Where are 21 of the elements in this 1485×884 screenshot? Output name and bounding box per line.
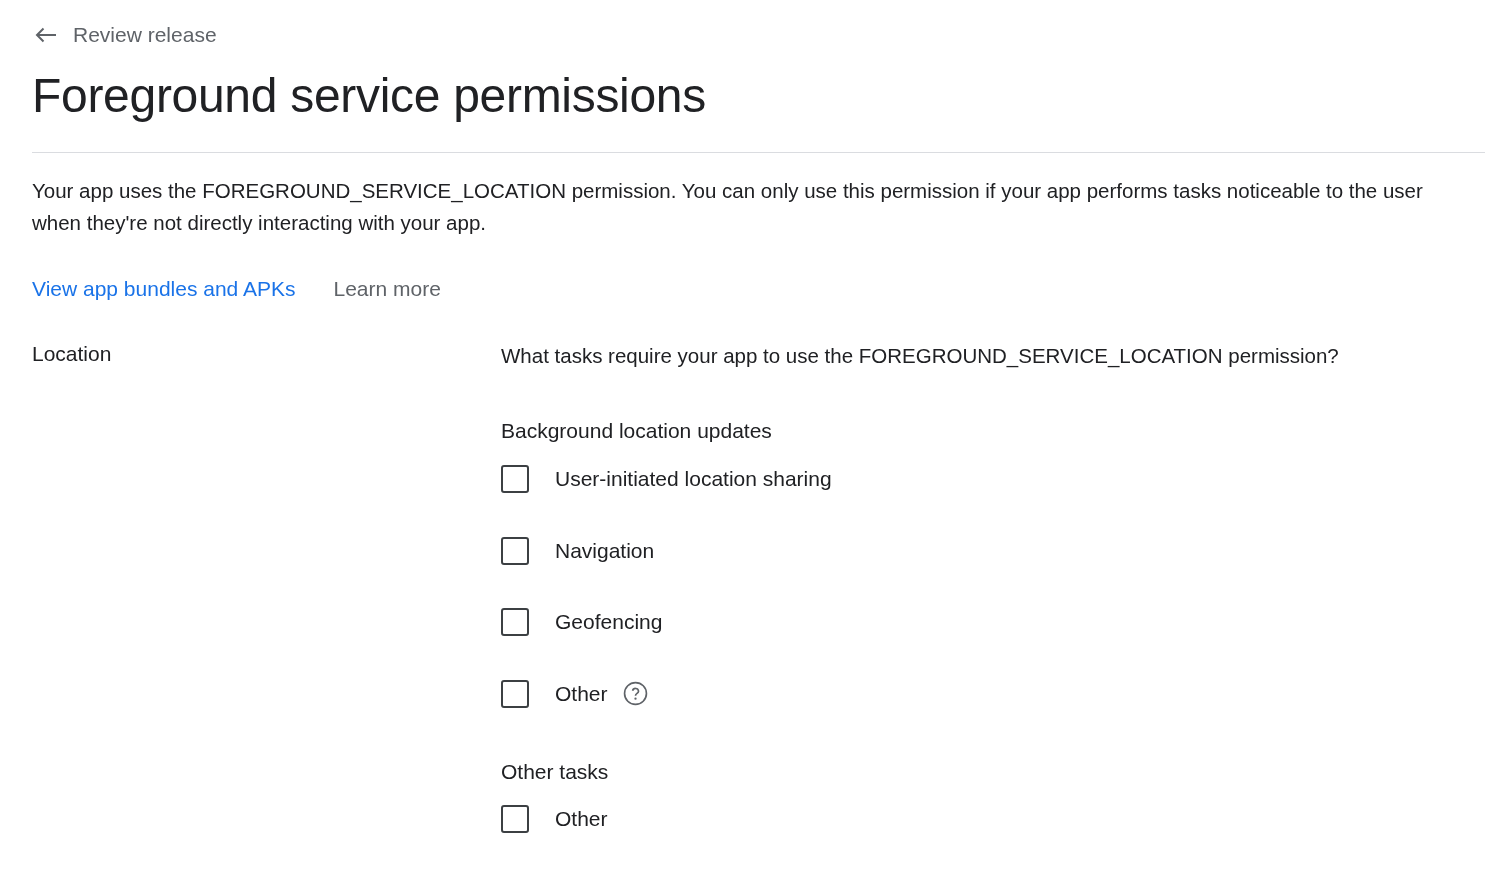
link[interactable]: View app bundles and APKs <box>32 273 296 305</box>
link[interactable]: Learn more <box>333 273 441 305</box>
checkbox[interactable] <box>501 679 529 708</box>
checkbox[interactable] <box>501 608 529 636</box>
page-title: Foreground service permissions <box>32 68 707 124</box>
help-icon[interactable] <box>622 681 648 706</box>
option-label[interactable]: Geofencing <box>555 610 663 634</box>
question-text: What tasks require your app to use the FOREGROUND_SERVICE_LOCATION permission? <box>501 343 1339 370</box>
option-label[interactable]: Other <box>555 806 608 831</box>
back-link[interactable]: Review release <box>73 23 217 47</box>
description-text: Your app uses the FOREGROUND_SERVICE_LOCATION permission. You can only use this permission if your app performs tasks noticeable to the user when they're not directly interacting with your app. <box>32 178 1424 236</box>
checkbox[interactable] <box>501 465 529 493</box>
group-title: Other tasks <box>501 758 610 785</box>
checkbox[interactable] <box>501 536 529 565</box>
back-arrow-icon[interactable] <box>35 27 57 43</box>
checkbox[interactable] <box>501 804 529 833</box>
option-label[interactable]: Navigation <box>555 538 655 563</box>
group-title: Background location updates <box>501 418 773 444</box>
option-label[interactable]: Other <box>555 681 608 706</box>
option-label[interactable]: User-initiated location sharing <box>555 467 832 491</box>
section-label: Location <box>32 341 113 367</box>
